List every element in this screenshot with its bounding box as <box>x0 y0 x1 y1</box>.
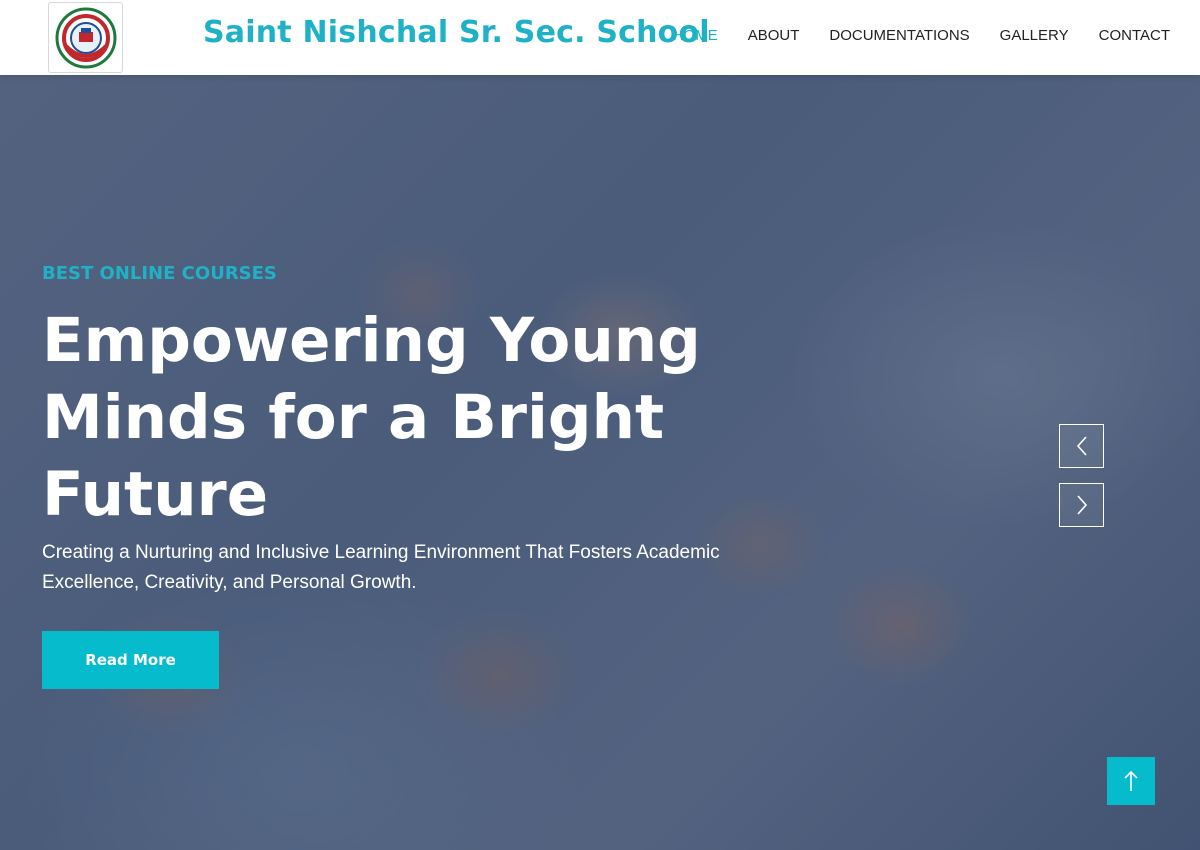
arrow-up-icon <box>1124 770 1138 791</box>
nav-documentations[interactable]: DOCUMENTATIONS <box>829 27 969 44</box>
chevron-right-icon <box>1076 495 1087 515</box>
nav-gallery[interactable]: GALLERY <box>1000 27 1069 44</box>
back-to-top-button[interactable] <box>1107 757 1155 805</box>
site-header: Saint Nishchal Sr. Sec. School HOME ABOU… <box>0 0 1200 75</box>
read-more-button[interactable]: Read More <box>42 631 219 689</box>
school-crest-icon <box>55 7 116 68</box>
nav-contact[interactable]: CONTACT <box>1099 27 1170 44</box>
chevron-left-icon <box>1076 436 1087 456</box>
hero-carousel: BEST ONLINE COURSES Empowering Young Min… <box>0 75 1200 850</box>
carousel-prev-button[interactable] <box>1059 424 1104 468</box>
nav-about[interactable]: ABOUT <box>748 27 800 44</box>
school-name[interactable]: Saint Nishchal Sr. Sec. School <box>203 15 710 50</box>
hero-subtext: Creating a Nurturing and Inclusive Learn… <box>42 542 720 593</box>
hero-eyebrow: BEST ONLINE COURSES <box>42 263 277 284</box>
carousel-next-button[interactable] <box>1059 483 1104 527</box>
school-logo[interactable] <box>48 2 123 73</box>
main-nav: HOME ABOUT DOCUMENTATIONS GALLERY CONTAC… <box>673 27 1170 44</box>
nav-home[interactable]: HOME <box>673 27 718 44</box>
hero-headline: Empowering Young Minds for a Bright Futu… <box>42 305 701 530</box>
